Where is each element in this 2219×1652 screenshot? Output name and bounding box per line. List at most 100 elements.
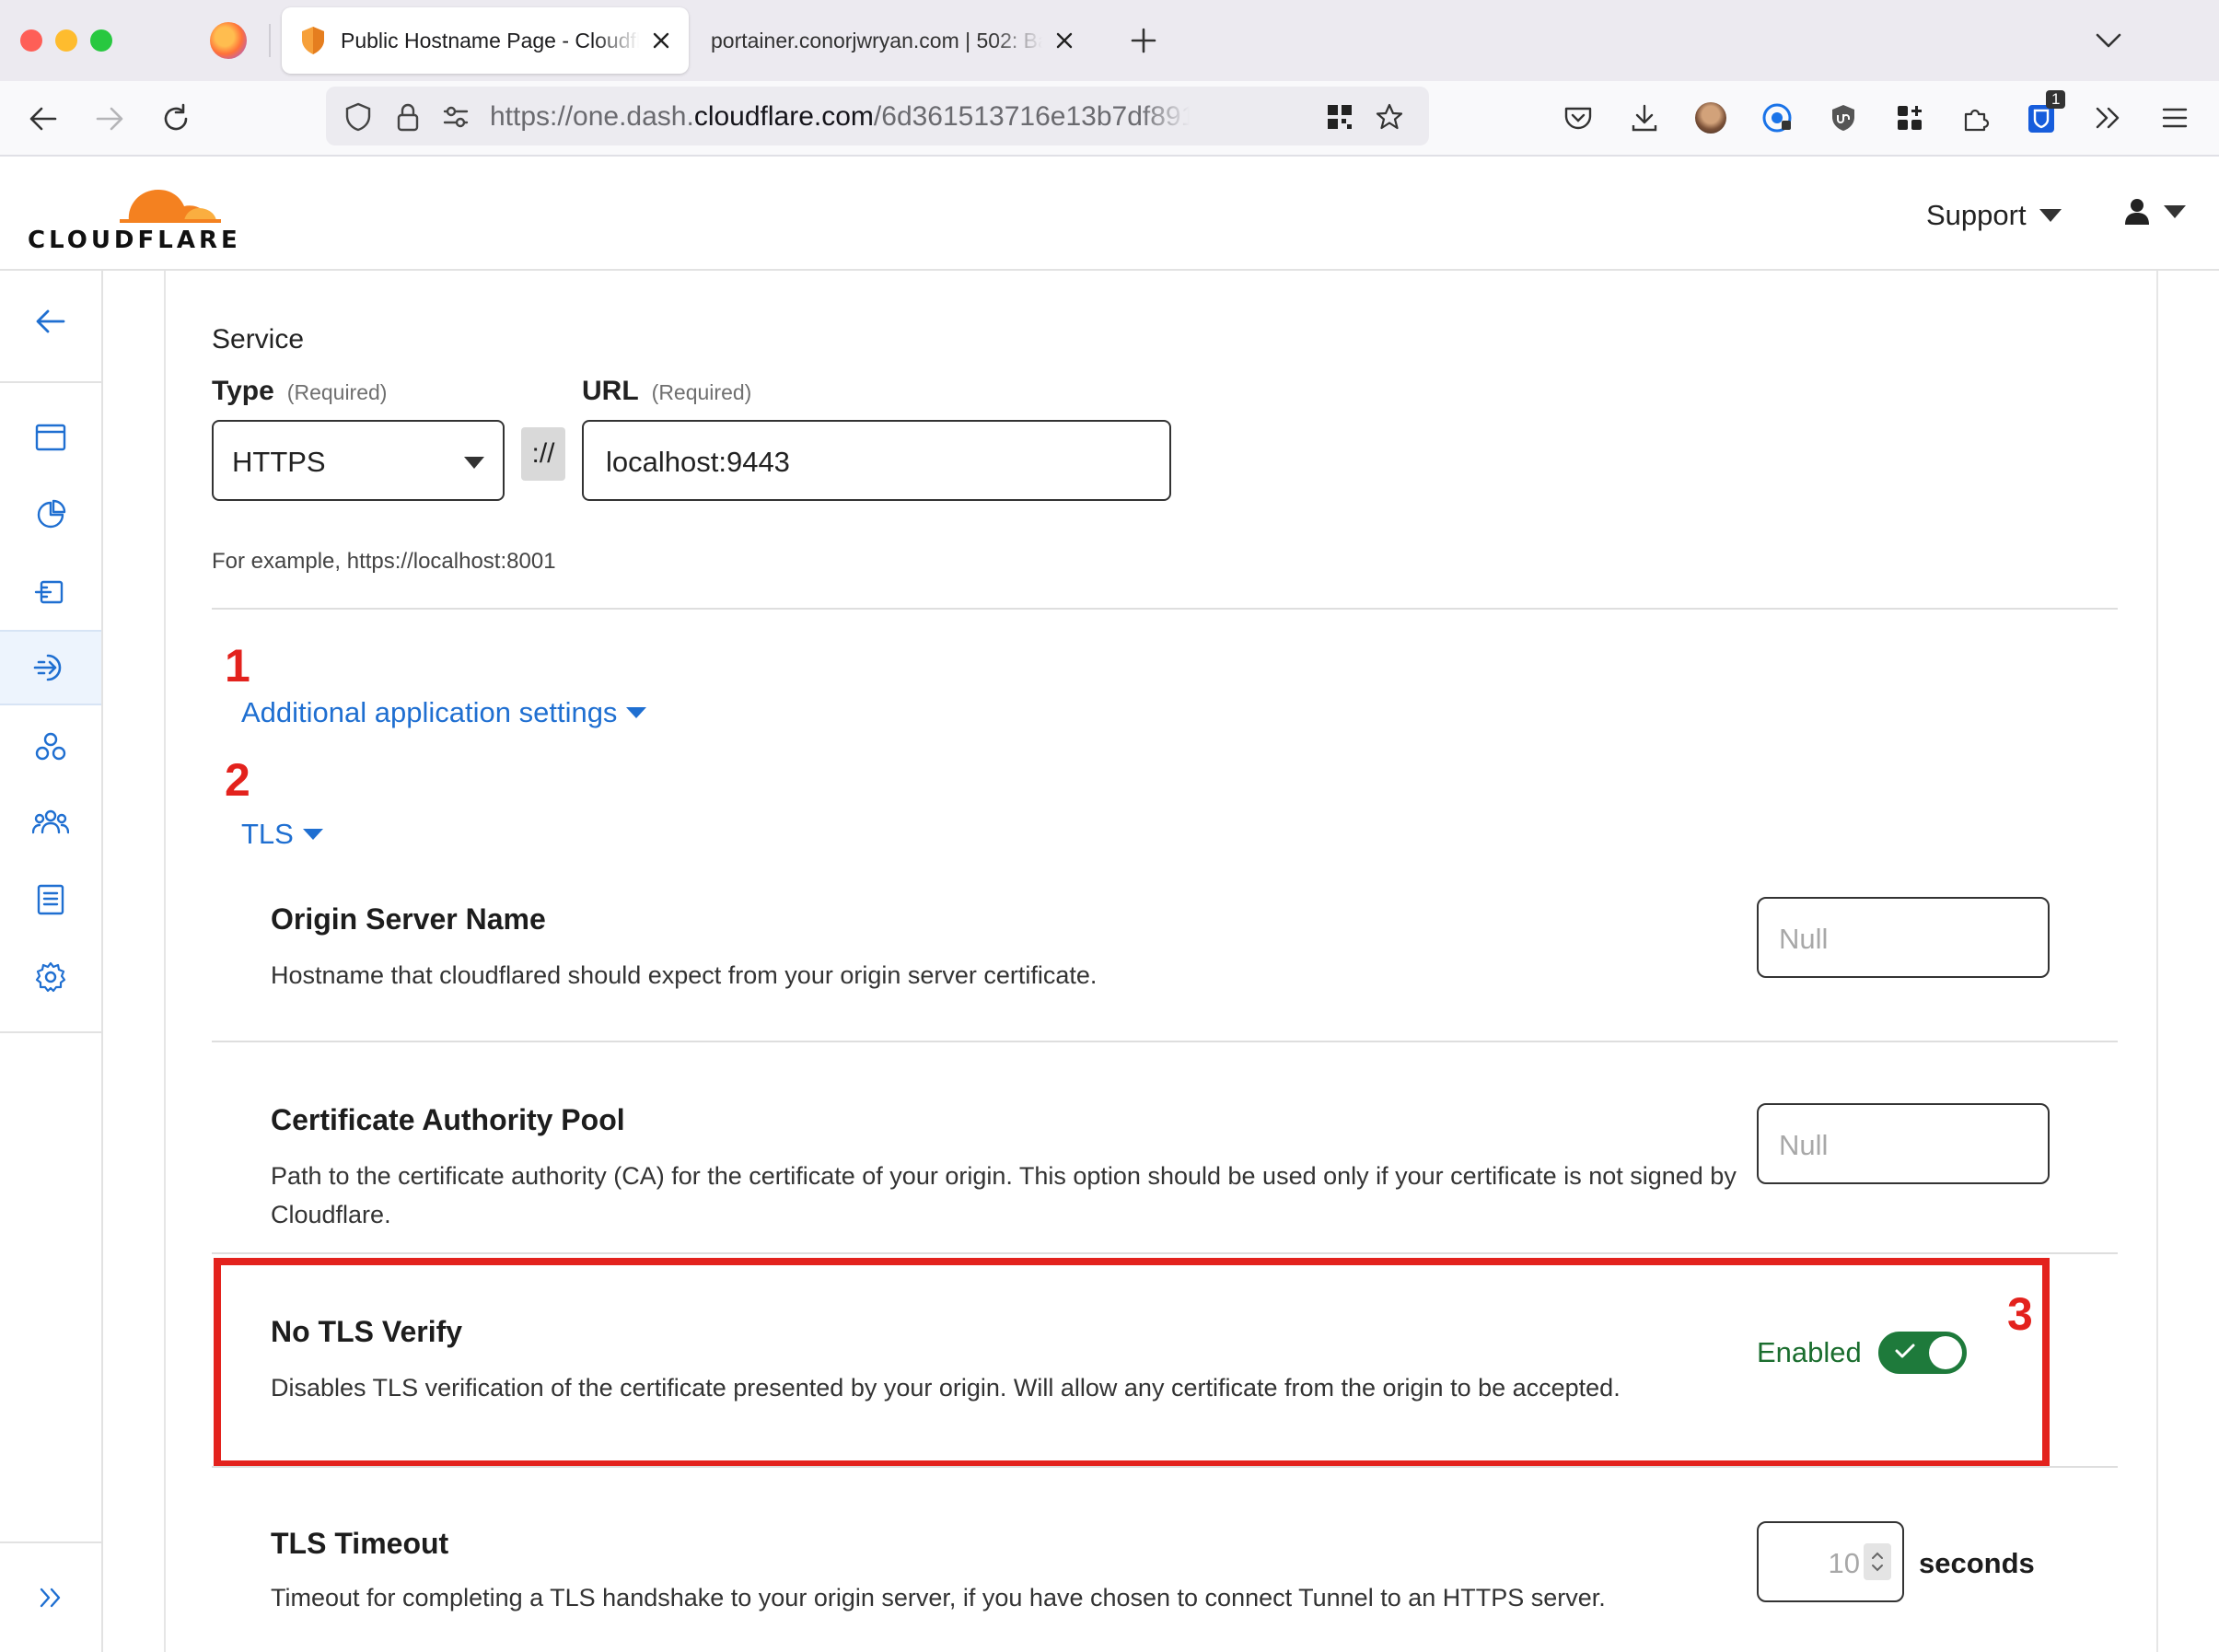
cloudflare-logo[interactable]: CLOUDFLARE [28, 173, 238, 262]
origin-server-name-title: Origin Server Name [271, 902, 546, 936]
no-tls-verify-desc: Disables TLS verification of the certifi… [271, 1374, 1621, 1402]
forward-arrow-icon[interactable] [88, 98, 131, 140]
expand-sidebar-icon[interactable] [0, 1560, 101, 1635]
user-menu[interactable] [2123, 197, 2186, 227]
tls-timeout-desc: Timeout for completing a TLS handshake t… [271, 1584, 1606, 1611]
tab-separator [269, 24, 271, 57]
chevron-down-icon[interactable] [2092, 26, 2125, 55]
number-spinner[interactable] [1864, 1543, 1891, 1580]
users-icon [32, 809, 69, 834]
sidebar-item-analytics[interactable] [0, 477, 101, 553]
overflow-chevrons-icon[interactable] [2090, 99, 2127, 136]
hamburger-menu-icon[interactable] [2156, 99, 2193, 136]
tls-toggle[interactable]: TLS [241, 818, 323, 851]
bitwarden-icon[interactable]: 1 [2024, 90, 2066, 136]
sidebar-item-settings[interactable] [0, 939, 101, 1015]
service-heading: Service [212, 324, 305, 355]
new-tab-plus-icon[interactable] [1127, 24, 1160, 57]
main-content: Service Type (Required) URL (Required) HTT… [164, 271, 2158, 1652]
document-list-icon [37, 884, 64, 915]
apps-grid-icon[interactable] [1891, 99, 1928, 136]
additional-settings-label: Additional application settings [241, 696, 618, 728]
password-manager-icon[interactable] [1759, 99, 1795, 136]
bookmark-star-icon[interactable] [1374, 101, 1405, 133]
close-window-button[interactable] [20, 29, 42, 52]
tab-portainer[interactable]: portainer.conorjwryan.com | 502: Bad gat… [696, 7, 1092, 74]
sidebar-divider [0, 1541, 101, 1543]
sidebar-back-arrow-icon[interactable] [0, 284, 101, 359]
url-prefix: https://one.dash. [490, 101, 694, 132]
download-icon[interactable] [1626, 99, 1663, 136]
caret-down-icon [464, 457, 484, 469]
no-tls-verify-control: Enabled [1757, 1332, 1967, 1374]
sidebar-item-access[interactable] [0, 630, 101, 705]
extension-badge: 1 [2046, 90, 2066, 109]
lock-icon[interactable] [392, 101, 424, 133]
url-label: URL (Required) [582, 376, 751, 407]
shield-favicon-icon [302, 27, 324, 54]
tls-label: TLS [241, 818, 294, 850]
url-input[interactable]: localhost:9443 [582, 420, 1171, 501]
sidebar-item-logs[interactable] [0, 862, 101, 937]
divider [212, 1041, 2118, 1042]
sidebar-item-gateway[interactable] [0, 554, 101, 630]
toggle-knob [1928, 1336, 1962, 1369]
tracking-shield-icon[interactable] [343, 101, 374, 133]
url-path: /6d361513716e13b7df891c3774c9f91b [873, 101, 1190, 132]
network-icon [35, 732, 66, 761]
sidebar-divider [0, 1031, 101, 1033]
additional-settings-toggle[interactable]: Additional application settings [241, 696, 647, 729]
sidebar-item-my-team[interactable] [0, 785, 101, 860]
no-tls-verify-toggle[interactable] [1877, 1332, 1967, 1374]
pocket-icon[interactable] [1560, 99, 1597, 136]
caret-down-icon [2164, 205, 2186, 218]
type-label: Type (Required) [212, 376, 387, 407]
url-text[interactable]: https://one.dash.cloudflare.com/6d361513… [490, 101, 1190, 133]
url-hint: For example, https://localhost:8001 [212, 549, 556, 574]
support-menu[interactable]: Support [1926, 199, 2062, 232]
permissions-icon[interactable] [440, 101, 471, 133]
tls-timeout-input[interactable]: 10 [1757, 1521, 1904, 1602]
minimize-window-button[interactable] [55, 29, 77, 52]
ublock-shield-icon[interactable] [1825, 99, 1862, 136]
close-tab-icon[interactable] [1050, 26, 1079, 55]
extensions-puzzle-icon[interactable] [1958, 99, 1994, 136]
caret-down-icon [2039, 209, 2062, 222]
tunnel-access-icon [33, 654, 62, 681]
sidebar-item-networks[interactable] [0, 709, 101, 785]
url-domain: cloudflare.com [693, 101, 874, 132]
maximize-window-button[interactable] [90, 29, 112, 52]
account-avatar-icon[interactable] [1692, 99, 1729, 136]
ca-pool-desc: Path to the certificate authority (CA) f… [271, 1162, 1737, 1228]
gateway-icon [34, 580, 64, 604]
qr-code-icon[interactable] [1324, 101, 1355, 133]
back-arrow-icon[interactable] [22, 98, 64, 140]
scheme-separator: :// [521, 427, 565, 481]
tab-title: Public Hostname Page - Cloudflare Zero T… [341, 28, 639, 52]
annotation-2: 2 [225, 754, 250, 806]
support-label: Support [1926, 199, 2027, 231]
tls-timeout-title: TLS Timeout [271, 1527, 449, 1560]
browser-nav-bar: https://one.dash.cloudflare.com/6d361513… [0, 81, 2219, 157]
close-tab-icon[interactable] [646, 26, 676, 55]
url-label-text: URL [582, 376, 639, 406]
origin-server-name-input[interactable]: Null [1757, 897, 2050, 978]
tab-public-hostname[interactable]: Public Hostname Page - Cloudflare Zero T… [282, 7, 689, 74]
divider [212, 608, 2118, 610]
firefox-view-icon[interactable] [210, 22, 247, 59]
user-icon [2125, 199, 2149, 225]
pie-chart-icon [37, 499, 66, 529]
origin-server-name-placeholder: Null [1779, 923, 1829, 955]
sidebar-item-overview[interactable] [0, 400, 101, 475]
divider [212, 1252, 2118, 1254]
type-select[interactable]: HTTPS [212, 420, 505, 501]
tls-timeout-value: 10 [1828, 1547, 1860, 1579]
gear-icon [35, 961, 66, 993]
type-required: (Required) [286, 380, 388, 404]
origin-server-name-desc: Hostname that cloudflared should expect … [271, 961, 1098, 989]
reload-icon[interactable] [155, 98, 197, 140]
address-bar[interactable]: https://one.dash.cloudflare.com/6d361513… [326, 87, 1429, 145]
cloudflare-header: CLOUDFLARE Support [0, 157, 2219, 271]
url-required: (Required) [651, 380, 752, 404]
ca-pool-input[interactable]: Null [1757, 1103, 2050, 1184]
